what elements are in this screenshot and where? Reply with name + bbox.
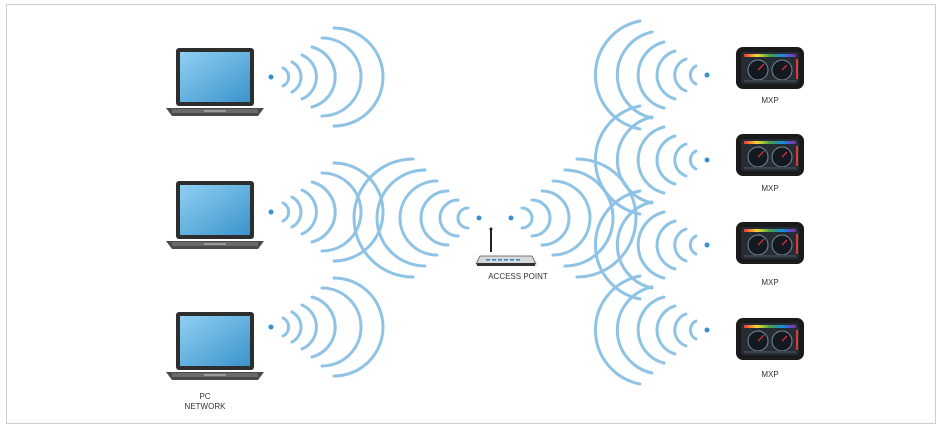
signal-dot [704,242,710,248]
device-label: MXP [761,184,779,193]
device-wifi-waves [593,104,698,216]
device-label: MXP [761,96,779,105]
device-wifi-waves [593,189,698,301]
laptop-icon [166,312,264,380]
device-label: MXP [761,278,779,287]
signal-dot [704,327,710,333]
signal-dot [268,209,274,215]
dashboard-display-icon [735,133,805,177]
pc-network-label-line2: NETWORK [184,402,226,411]
signal-dot [508,215,514,221]
signal-dot [704,72,710,78]
network-diagram [166,19,805,386]
laptop-wifi-waves [281,26,385,128]
pc-network-label-line1: PC [199,392,211,401]
device-label: MXP [761,370,779,379]
signal-dot [476,215,482,221]
signal-dot [268,74,274,80]
router-icon [475,227,537,266]
pc-network-label: PC NETWORK [170,392,240,412]
dashboard-display-icon [735,221,805,265]
device-wifi-waves [593,274,698,386]
signal-dot [268,324,274,330]
laptop-icon [166,181,264,249]
laptop-icon [166,48,264,116]
dashboard-display-icon [735,317,805,361]
access-point-label: ACCESS POINT [488,272,548,281]
signal-dot [704,157,710,163]
device-wifi-waves [594,19,698,131]
dashboard-display-icon [735,46,805,90]
laptop-wifi-waves [281,276,385,378]
